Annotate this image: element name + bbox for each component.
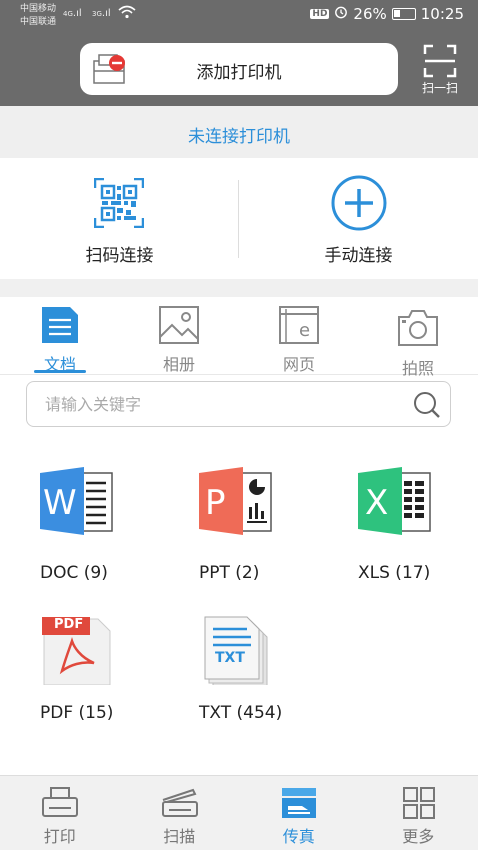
file-category-label: XLS (17) (358, 563, 431, 583)
svg-text:P: P (205, 483, 226, 523)
tab-webpage[interactable]: e 网页 (239, 305, 359, 375)
header: 中国移动 中国联通 4G.ıl 3G.ıl HD 26% 10:25 添加打印机… (0, 0, 478, 106)
file-category-ppt[interactable]: P PPT (2) (199, 467, 339, 587)
scanner-icon (161, 786, 199, 824)
clock: 10:25 (420, 5, 464, 23)
nav-print-label: 打印 (43, 827, 76, 846)
grid-more-icon (400, 786, 438, 824)
search-input[interactable] (45, 392, 405, 416)
tab-document[interactable]: 文档 (0, 305, 120, 375)
file-category-pdf[interactable]: PDF PDF (15) (40, 613, 180, 733)
nav-scan-label: 扫描 (163, 827, 196, 846)
add-printer-button[interactable]: 添加打印机 (80, 43, 398, 95)
signal-4g-icon: 4G.ıl (63, 8, 82, 19)
battery-percent: 26% (353, 5, 387, 23)
nav-more[interactable]: 更多 (359, 776, 478, 850)
file-category-label: PDF (15) (40, 703, 114, 723)
hd-badge: HD (310, 9, 330, 19)
status-right: HD 26% 10:25 (310, 5, 464, 23)
svg-text:W: W (43, 483, 77, 523)
alarm-icon (334, 5, 348, 23)
qr-connect-button[interactable]: 扫码连接 (0, 158, 239, 279)
active-tab-underline (34, 370, 86, 373)
txt-file-icon: TXT (199, 613, 273, 689)
file-category-label: PPT (2) (199, 563, 260, 583)
pdf-file-icon: PDF (40, 613, 114, 689)
tab-camera-label: 拍照 (401, 359, 434, 378)
tab-webpage-label: 网页 (282, 355, 315, 374)
connection-status-bar[interactable]: 未连接打印机 (0, 106, 478, 158)
nav-scan[interactable]: 扫描 (120, 776, 240, 850)
file-panel: 文档 相册 e 网页 拍照 请输入关键字 W DOC (9) P PPT (2)… (0, 297, 478, 775)
wifi-icon (118, 5, 136, 23)
tab-album-label: 相册 (162, 355, 195, 374)
nav-fax[interactable]: 传真 (239, 776, 359, 850)
file-category-doc[interactable]: W DOC (9) (40, 467, 180, 587)
search-box[interactable] (26, 381, 451, 427)
nav-fax-label: 传真 (282, 827, 315, 846)
bottom-nav: 打印 扫描 传真 更多 (0, 775, 478, 850)
scan-label: 扫一扫 (421, 81, 458, 95)
tab-bar: 文档 相册 e 网页 拍照 (0, 297, 478, 378)
manual-connect-button[interactable]: 手动连接 (239, 158, 478, 279)
fax-icon (280, 786, 318, 824)
txt-badge-text: TXT (215, 650, 245, 666)
file-category-label: TXT (454) (199, 703, 283, 723)
word-file-icon: W (40, 467, 114, 539)
search-icon[interactable] (412, 390, 442, 424)
svg-text:X: X (365, 483, 388, 523)
scan-button[interactable]: 扫一扫 (412, 42, 468, 96)
connection-status-text: 未连接打印机 (188, 127, 290, 147)
print-icon (41, 786, 79, 824)
battery-icon (391, 8, 416, 20)
tab-camera[interactable]: 拍照 (358, 305, 478, 378)
manual-connect-label: 手动连接 (324, 246, 393, 266)
nav-print[interactable]: 打印 (0, 776, 120, 850)
file-category-txt[interactable]: TXT TXT (454) (199, 613, 339, 733)
carrier-info: 中国移动 中国联通 (20, 4, 57, 27)
file-category-label: DOC (9) (40, 563, 108, 583)
powerpoint-file-icon: P (199, 467, 273, 539)
nav-more-label: 更多 (402, 827, 435, 846)
file-category-xls[interactable]: X XLS (17) (358, 467, 478, 587)
qr-connect-label: 扫码连接 (85, 246, 154, 266)
excel-file-icon: X (358, 467, 432, 539)
connect-options: 扫码连接 手动连接 (0, 158, 478, 279)
tab-album[interactable]: 相册 (119, 305, 239, 375)
pdf-badge-text: PDF (54, 617, 84, 632)
add-printer-label: 添加打印机 (196, 63, 282, 83)
svg-text:e: e (299, 320, 310, 341)
status-bar: 中国移动 中国联通 4G.ıl 3G.ıl HD 26% 10:25 (0, 0, 478, 34)
signal-3g-icon: 3G.ıl (92, 8, 111, 19)
